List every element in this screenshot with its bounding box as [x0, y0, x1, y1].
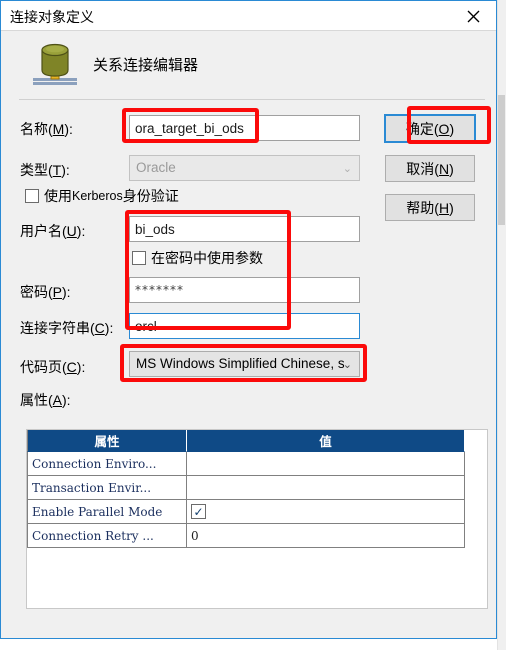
use-param-in-password-checkbox[interactable]: [132, 251, 146, 265]
code-page-select[interactable]: MS Windows Simplified Chinese, s ⌄: [129, 351, 360, 377]
grid-attribute-name: Enable Parallel Mode: [27, 500, 187, 524]
attributes-label: 属性(A):: [20, 392, 71, 408]
help-button[interactable]: 帮助(H): [385, 194, 475, 221]
use-param-in-password-row[interactable]: 在密码中使用参数: [132, 248, 263, 268]
header-title: 关系连接编辑器: [93, 57, 199, 74]
grid-attribute-name: Transaction Envir...: [27, 476, 187, 500]
kerberos-label-post: 身份验证: [122, 188, 179, 204]
name-input[interactable]: [129, 115, 360, 141]
connect-string-label: 连接字符串(C):: [20, 320, 114, 336]
database-icon: [32, 40, 78, 90]
grid-col-value: 值: [187, 430, 465, 452]
dialog-window: 连接对象定义 关系连接编辑器 名称(M): ora_target_bi_ods …: [0, 0, 497, 639]
grid-col-attribute: 属性: [27, 430, 187, 452]
attributes-grid[interactable]: 属性 值 Connection Enviro... Transaction En…: [26, 429, 488, 609]
header-divider: [19, 99, 485, 100]
table-row[interactable]: Transaction Envir...: [27, 476, 465, 500]
scrollbar-thumb[interactable]: [498, 95, 505, 225]
code-page-label: 代码页(C):: [20, 359, 86, 375]
kerberos-checkbox[interactable]: [25, 189, 39, 203]
kerberos-checkbox-row[interactable]: 使用 Kerberos 身份验证: [25, 186, 179, 206]
username-input[interactable]: [129, 216, 360, 242]
ok-button[interactable]: 确定(O): [384, 114, 476, 143]
grid-attribute-name: Connection Enviro...: [27, 452, 187, 476]
table-row[interactable]: Connection Retry ... 0: [27, 524, 465, 548]
chevron-down-icon: ⌄: [342, 358, 352, 371]
grid-header-row: 属性 值: [27, 430, 465, 452]
table-row[interactable]: Enable Parallel Mode ✓: [27, 500, 465, 524]
grid-attribute-value[interactable]: 0: [187, 524, 465, 548]
chevron-down-icon: ⌄: [342, 162, 352, 175]
type-select[interactable]: Oracle ⌄: [129, 155, 360, 181]
close-icon[interactable]: [450, 1, 496, 31]
kerberos-label-mid: Kerberos: [72, 189, 123, 203]
grid-attribute-name: Connection Retry ...: [27, 524, 187, 548]
password-label: 密码(P):: [20, 284, 71, 300]
name-label: 名称(M):: [20, 121, 73, 137]
kerberos-label-pre: 使用: [44, 188, 72, 204]
cancel-button[interactable]: 取消(N): [385, 155, 475, 182]
password-input[interactable]: [129, 277, 360, 303]
grid-attribute-value[interactable]: [187, 452, 465, 476]
grid-attribute-value[interactable]: ✓: [187, 500, 465, 524]
grid-attribute-value[interactable]: [187, 476, 465, 500]
code-page-select-value: MS Windows Simplified Chinese, s: [136, 356, 345, 371]
connect-string-input[interactable]: [129, 313, 360, 339]
window-scrollbar[interactable]: [497, 0, 506, 650]
dialog-header: 关系连接编辑器: [2, 32, 495, 96]
table-row[interactable]: Connection Enviro...: [27, 452, 465, 476]
use-param-in-password-label: 在密码中使用参数: [151, 250, 263, 266]
enable-parallel-mode-checkbox[interactable]: ✓: [191, 504, 206, 519]
type-select-value: Oracle: [136, 160, 176, 175]
window-title: 连接对象定义: [10, 9, 94, 25]
title-bar: 连接对象定义: [1, 0, 496, 31]
type-label: 类型(T):: [20, 162, 70, 178]
username-label: 用户名(U):: [20, 223, 86, 239]
